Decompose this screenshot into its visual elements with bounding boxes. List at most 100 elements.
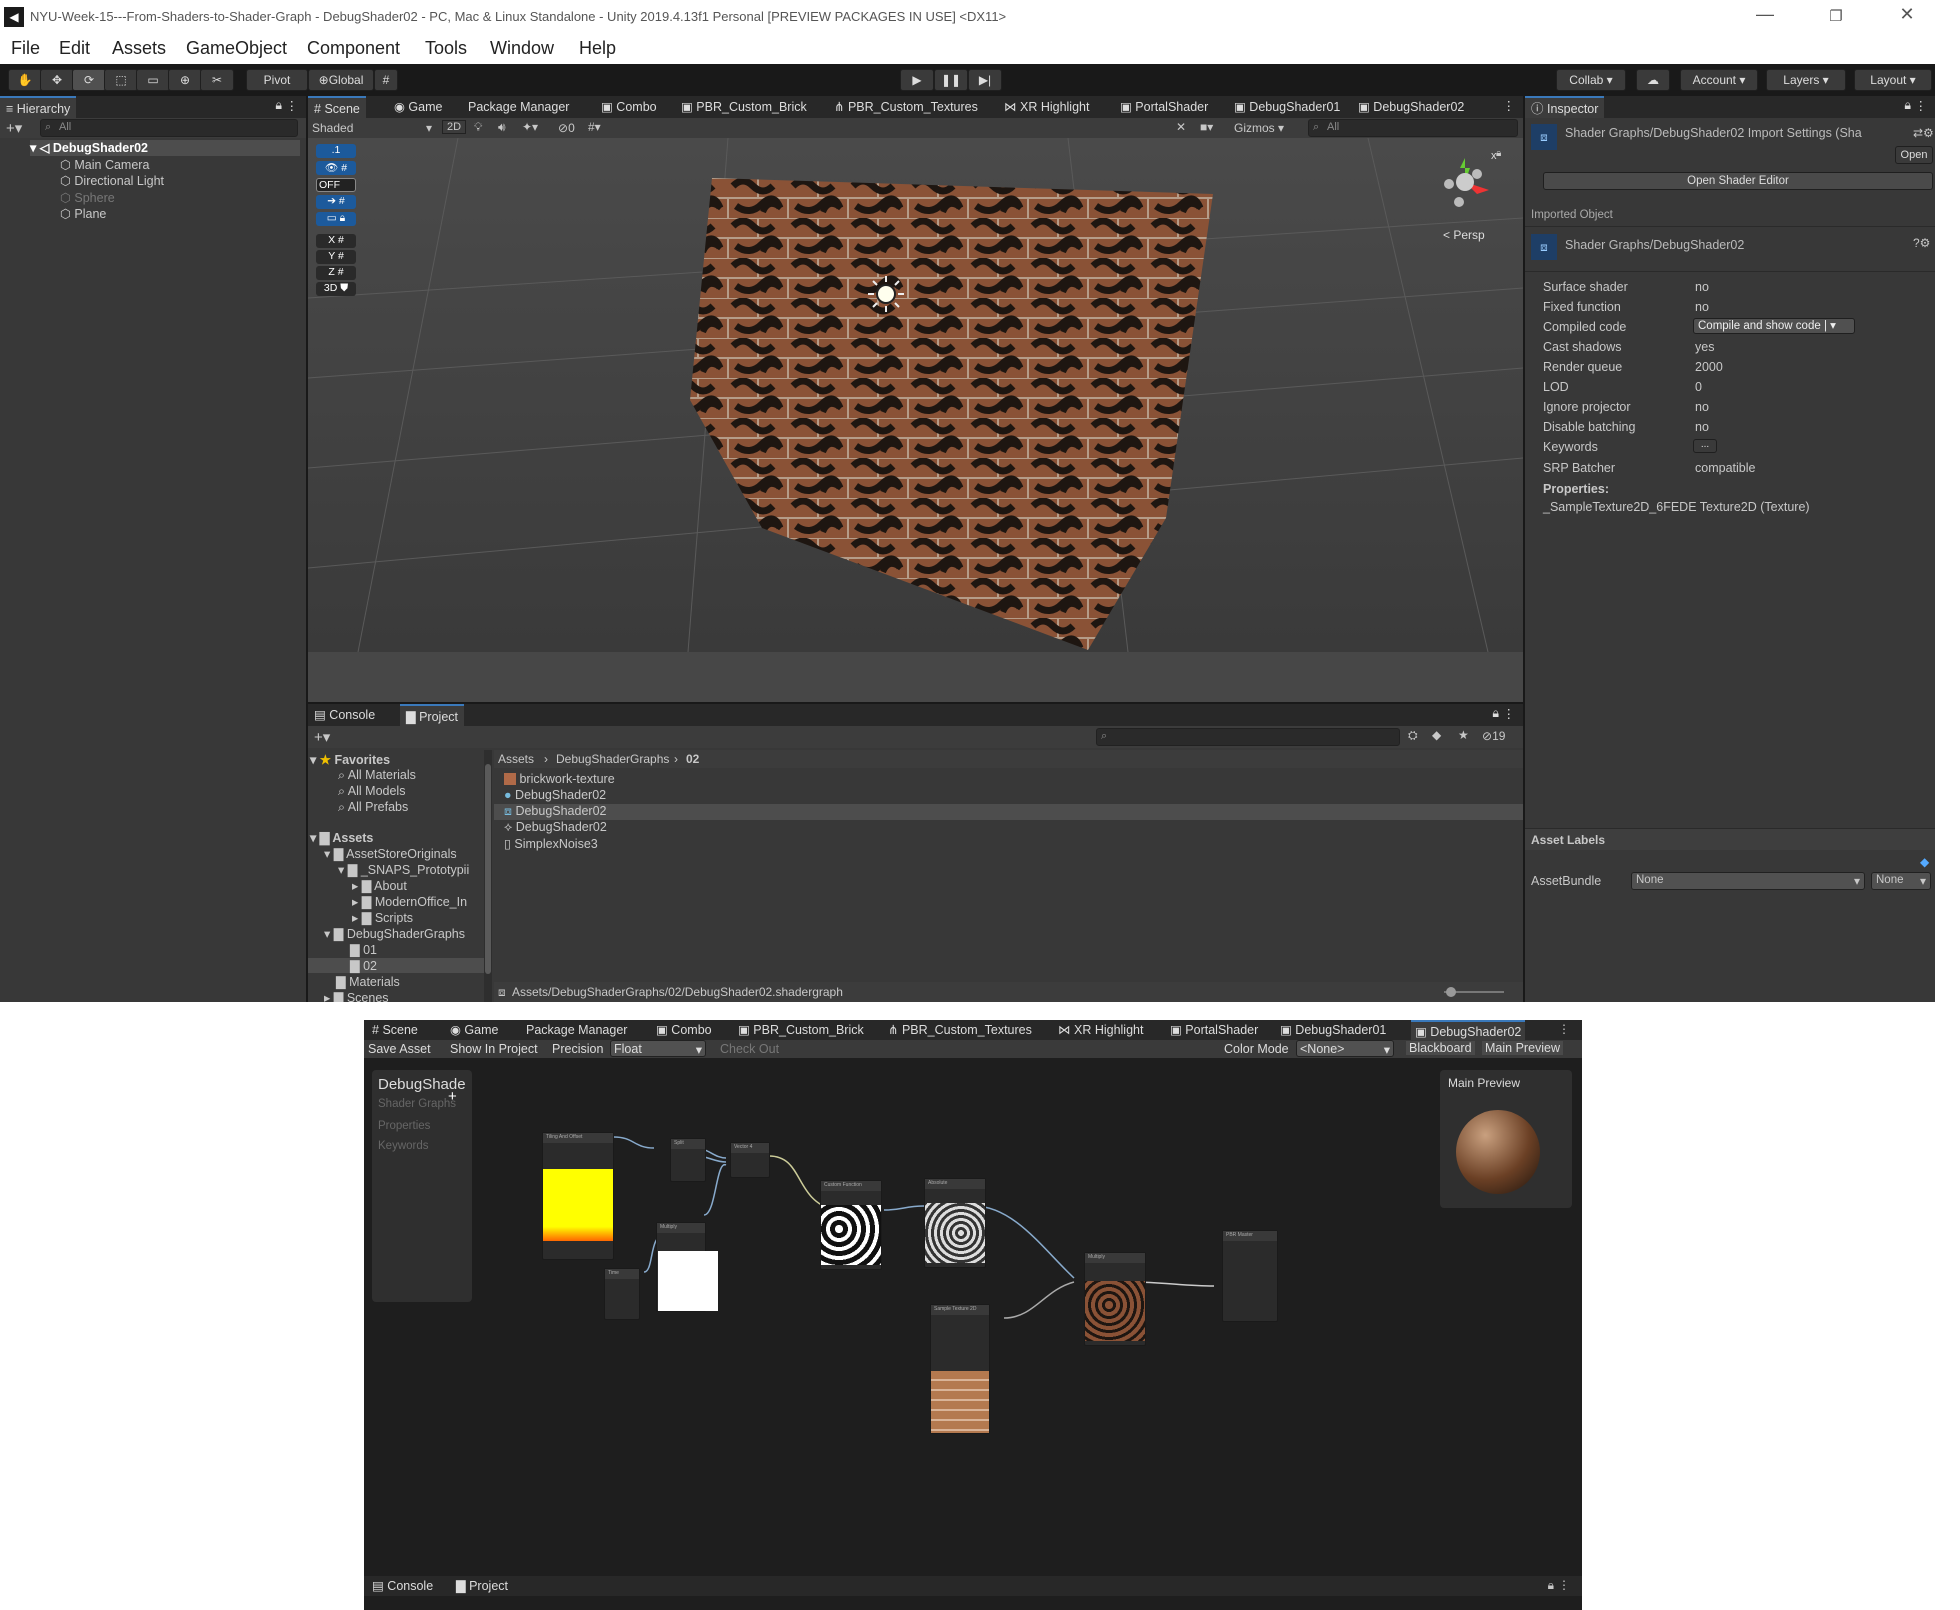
file-item[interactable]: ⟡ DebugShader02 [504, 820, 607, 835]
tree-item-selected[interactable]: ▇ 02 [308, 958, 484, 973]
menu-help[interactable]: Help [579, 38, 616, 59]
collab-dropdown[interactable]: Collab ▾ [1556, 69, 1626, 91]
tree-item[interactable]: ▾ ▇ DebugShaderGraphs [324, 926, 465, 941]
cloud-icon[interactable]: ☁ [1636, 69, 1670, 91]
tab-combo[interactable]: ▣ Combo [595, 96, 663, 118]
favorites-header[interactable]: ▾ ★ Favorites [310, 752, 390, 767]
shading-dropdown[interactable]: Shaded [312, 121, 353, 135]
breadcrumb-item[interactable]: 02 [686, 752, 699, 766]
node-vector4[interactable]: Vector 4 [730, 1142, 770, 1178]
node-tiling-and-offset[interactable]: Tiling And Offset [542, 1132, 614, 1260]
node-absolute[interactable]: Absolute [924, 1178, 986, 1268]
perspective-label[interactable]: < Persp [1443, 228, 1485, 242]
tab-pbr-custom-textures[interactable]: ⋔ PBR_Custom_Textures [828, 96, 984, 118]
tree-scrollbar[interactable] [484, 750, 492, 1002]
snap-value-field[interactable]: .1 [316, 144, 356, 158]
tab-project[interactable]: ▇ Project [400, 704, 464, 726]
filter-type-icon[interactable]: ⛭ [1408, 728, 1418, 743]
account-dropdown[interactable]: Account ▾ [1680, 69, 1758, 91]
compile-show-code-button[interactable]: Compile and show code | ▾ [1693, 318, 1855, 334]
hierarchy-item-main-camera[interactable]: ⬡ Main Camera [60, 157, 149, 172]
tab-portal-shader[interactable]: ▣ PortalShader [1114, 96, 1214, 118]
lighting-icon[interactable]: 💡︎ [474, 120, 482, 135]
menu-gameobject[interactable]: GameObject [186, 38, 287, 59]
scene-viewport[interactable]: y x < Persp 🔒︎ .1 👁︎ # OFF ➔ # ▭ 🔒︎ X # … [308, 138, 1523, 652]
tab-game[interactable]: ◉ Game [388, 96, 448, 118]
lock-icon[interactable]: 🔒︎ [275, 98, 282, 113]
asset-variant-dropdown[interactable]: None ▾ [1871, 872, 1931, 890]
scrollbar-thumb[interactable] [485, 764, 491, 974]
tree-item[interactable]: ▾ ▇ _SNAPS_Prototypii [338, 862, 469, 877]
audio-icon[interactable]: 🔊︎ [498, 120, 506, 135]
effects-icon[interactable]: ✦▾ [522, 120, 538, 134]
lock-snap-icon[interactable]: ▭ 🔒︎ [316, 212, 356, 226]
close-icon[interactable]: ✕ [1887, 4, 1927, 25]
tab-package-manager[interactable]: Package Manager [462, 96, 575, 118]
x-snap-toggle[interactable]: X # [316, 234, 356, 248]
menu-assets[interactable]: Assets [112, 38, 166, 59]
step-button[interactable]: ▶| [968, 69, 1002, 91]
breadcrumb-item[interactable]: DebugShaderGraphs [556, 752, 669, 766]
tree-item[interactable]: ▸ ▇ Scenes [324, 990, 389, 1002]
tab-project[interactable]: ▇ Project [452, 1576, 512, 1596]
hidden-packages-toggle[interactable]: ⊘19 [1482, 729, 1505, 743]
tab-debugshader01[interactable]: ▣ DebugShader01 [1228, 96, 1346, 118]
move-snap-icon[interactable]: ➔ # [316, 195, 356, 209]
gizmo-lock-icon[interactable]: 🔒︎ [1496, 148, 1501, 159]
hierarchy-item-plane[interactable]: ⬡ Plane [60, 206, 106, 221]
tree-item[interactable]: ▸ ▇ Scripts [352, 910, 413, 925]
tree-item[interactable]: ▇ Materials [336, 974, 400, 989]
node-multiply-1[interactable]: Multiply [656, 1222, 718, 1312]
favorite-item[interactable]: ⌕ All Models [338, 784, 405, 799]
rotate-tool-icon[interactable]: ⟳ [72, 69, 106, 91]
minimize-icon[interactable]: — [1745, 4, 1785, 25]
lock-icon[interactable]: 🔒︎ [1492, 706, 1499, 721]
node-multiply-2[interactable]: Multiply [1084, 1252, 1146, 1346]
layers-dropdown[interactable]: Layers ▾ [1766, 69, 1846, 91]
tab-console[interactable]: ▤ Console [308, 704, 381, 726]
menu-window[interactable]: Window [490, 38, 554, 59]
y-snap-toggle[interactable]: Y # [316, 250, 356, 264]
file-item[interactable]: ▯ SimplexNoise3 [504, 836, 598, 851]
gizmos-dropdown[interactable]: Gizmos ▾ [1234, 121, 1284, 135]
transform-tool-icon[interactable]: ⊕ [168, 69, 202, 91]
slider-thumb[interactable] [1446, 987, 1456, 997]
lock-icon[interactable]: 🔒︎ [1904, 98, 1911, 113]
filter-label-icon[interactable]: ◆ [1432, 728, 1441, 742]
hidden-objects-toggle[interactable]: ⊘0 [558, 121, 575, 135]
node-pbr-master[interactable]: PBR Master [1222, 1230, 1278, 1322]
tab-hierarchy[interactable]: ≡ Hierarchy [0, 96, 77, 118]
tab-xr-highlight[interactable]: ⋈ XR Highlight [998, 96, 1095, 118]
custom-tool-icon[interactable]: ✂ [200, 69, 234, 91]
help-settings-icon[interactable]: ?⚙ [1913, 236, 1930, 250]
scene-row[interactable]: ▾ ◁ DebugShader02 [30, 140, 300, 156]
maximize-icon[interactable]: ❐ [1816, 7, 1856, 25]
scale-tool-icon[interactable]: ⬚ [104, 69, 138, 91]
grid-icon[interactable]: #▾ [588, 120, 601, 134]
file-item[interactable]: ● DebugShader02 [504, 788, 606, 802]
pause-button[interactable]: ❚❚ [934, 69, 968, 91]
file-item-selected[interactable]: ⧈ DebugShader02 [494, 804, 1523, 820]
more-menu-icon[interactable]: ⋮ [1558, 1578, 1570, 1592]
file-item[interactable]: brickwork-texture [504, 772, 615, 786]
node-custom-function[interactable]: Custom Function [820, 1180, 882, 1270]
tools-icon[interactable]: ✕ [1176, 120, 1186, 134]
tab-pbr-custom-brick[interactable]: ▣ PBR_Custom_Brick [675, 96, 813, 118]
z-snap-toggle[interactable]: Z # [316, 266, 356, 280]
play-button[interactable]: ▶ [900, 69, 934, 91]
breadcrumb-item[interactable]: Assets [498, 752, 534, 766]
snap-off-toggle[interactable]: OFF [316, 178, 356, 192]
tab-inspector[interactable]: ⓘ Inspector [1525, 96, 1605, 118]
hand-tool-icon[interactable]: ✋ [8, 69, 42, 91]
add-icon[interactable]: +▾ [6, 119, 22, 137]
rect-tool-icon[interactable]: ▭ [136, 69, 170, 91]
more-menu-icon[interactable]: ⋮ [1503, 706, 1516, 721]
camera-icon[interactable]: ■▾ [1200, 120, 1213, 134]
node-sample-texture-2d[interactable]: Sample Texture 2D [930, 1304, 990, 1434]
menu-tools[interactable]: Tools [425, 38, 467, 59]
node-split[interactable]: Split [670, 1138, 706, 1182]
scene-search-input[interactable]: ⌕ All [1308, 119, 1518, 137]
favorite-star-icon[interactable]: ★ [1458, 728, 1469, 742]
tree-item[interactable]: ▸ ▇ ModernOffice_In [352, 894, 467, 909]
layout-dropdown[interactable]: Layout ▾ [1854, 69, 1932, 91]
